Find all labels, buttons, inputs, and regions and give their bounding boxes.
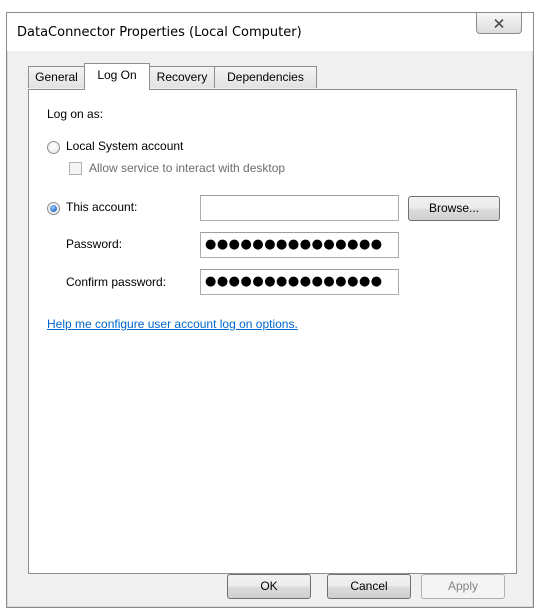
tab-log-on-label: Log On: [97, 68, 137, 82]
ok-button[interactable]: OK: [227, 574, 311, 599]
help-configure-link[interactable]: Help me configure user account log on op…: [47, 317, 298, 331]
close-button[interactable]: [476, 13, 522, 34]
log-on-as-heading: Log on as:: [47, 107, 104, 121]
title-bar: DataConnector Properties (Local Computer…: [7, 13, 533, 51]
apply-button: Apply: [421, 574, 505, 599]
tab-dependencies-label: Dependencies: [227, 70, 304, 84]
properties-dialog: DataConnector Properties (Local Computer…: [6, 12, 534, 608]
tab-recovery-label: Recovery: [156, 70, 208, 84]
tab-general-label: General: [35, 70, 78, 84]
password-label: Password:: [66, 237, 123, 251]
log-on-panel: Log on as: Local System account Allow se…: [28, 89, 517, 574]
this-account-radio[interactable]: [47, 202, 60, 215]
confirm-password-input[interactable]: ●●●●●●●●●●●●●●●: [200, 269, 399, 295]
interact-desktop-checkbox[interactable]: [69, 162, 82, 175]
tab-dependencies[interactable]: Dependencies: [214, 66, 317, 88]
tab-log-on[interactable]: Log On: [84, 63, 150, 90]
window-title: DataConnector Properties (Local Computer…: [17, 25, 302, 40]
close-icon: [494, 18, 504, 28]
local-system-label[interactable]: Local System account: [66, 139, 183, 153]
cancel-button[interactable]: Cancel: [327, 574, 411, 599]
tab-general[interactable]: General: [28, 66, 85, 88]
local-system-radio[interactable]: [47, 141, 60, 154]
password-input[interactable]: ●●●●●●●●●●●●●●●: [200, 232, 399, 258]
confirm-password-label: Confirm password:: [66, 275, 167, 289]
browse-button[interactable]: Browse...: [408, 196, 500, 221]
account-input[interactable]: [200, 195, 399, 221]
tab-recovery[interactable]: Recovery: [149, 66, 215, 88]
this-account-label[interactable]: This account:: [66, 200, 137, 214]
interact-desktop-label: Allow service to interact with desktop: [89, 161, 286, 175]
